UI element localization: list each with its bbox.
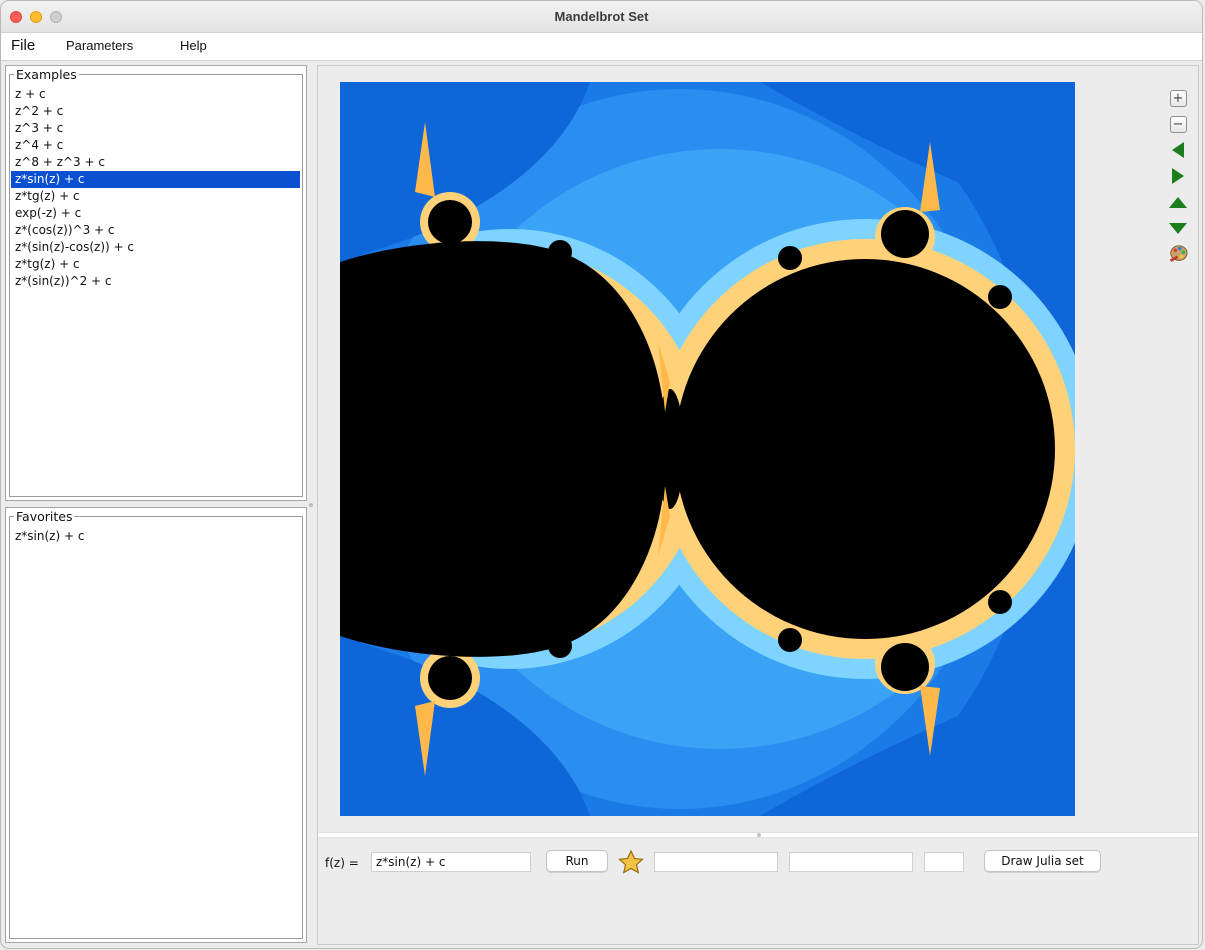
favorites-panel: Favorites z*sin(z) + c [5, 507, 307, 943]
examples-list: z + c z^2 + c z^3 + c z^4 + c z^8 + z^3 + cz… [11, 86, 300, 290]
right-panel: + − f(z) = z*sin(z) + c Run Draw Julia s… [317, 65, 1199, 945]
function-input[interactable]: z*sin(z) + c [371, 852, 531, 872]
example-item[interactable]: z^4 + c [11, 137, 300, 154]
fractal-image [340, 82, 1075, 816]
example-item[interactable]: z^8 + z^3 + c [11, 154, 300, 171]
app-window: Mandelbrot Set File Parameters Help Exam… [0, 0, 1203, 949]
horizontal-splitter-handle[interactable] [757, 833, 761, 837]
draw-julia-set-button[interactable]: Draw Julia set [984, 850, 1101, 872]
pan-up-icon [1169, 196, 1187, 208]
zoom-out-icon: − [1169, 115, 1187, 133]
examples-title: Examples [14, 67, 79, 82]
example-item[interactable]: z^2 + c [11, 103, 300, 120]
menu-file[interactable]: File [11, 37, 35, 54]
example-item[interactable]: z*(sin(z)-cos(z)) + c [11, 239, 300, 256]
example-item[interactable]: z*(cos(z))^3 + c [11, 222, 300, 239]
vertical-splitter-handle[interactable] [309, 503, 313, 507]
favorites-list: z*sin(z) + c [11, 528, 300, 545]
favorites-title: Favorites [14, 509, 75, 524]
pan-right-button[interactable] [1168, 166, 1188, 186]
left-panel: Examples z + c z^2 + c z^3 + c z^4 + c z^8 +… [5, 65, 309, 945]
example-item[interactable]: z*(sin(z))^2 + c [11, 273, 300, 290]
example-item[interactable]: z*sin(z) + c [11, 171, 300, 188]
example-item[interactable]: z*tg(z) + c [11, 256, 300, 273]
pan-right-icon [1172, 168, 1184, 184]
favorite-item[interactable]: z*sin(z) + c [11, 528, 300, 545]
example-item[interactable]: z^3 + c [11, 120, 300, 137]
add-favorite-star-icon[interactable] [618, 850, 644, 874]
parameter-field-2[interactable] [789, 852, 913, 872]
favorites-frame [9, 516, 303, 939]
fractal-canvas[interactable] [340, 82, 1075, 816]
pan-up-button[interactable] [1168, 192, 1188, 212]
example-item[interactable]: z*tg(z) + c [11, 188, 300, 205]
pan-down-icon [1169, 222, 1187, 234]
zoom-out-button[interactable]: − [1168, 114, 1188, 134]
pan-left-button[interactable] [1168, 140, 1188, 160]
title-bar: Mandelbrot Set [1, 1, 1202, 33]
pan-left-icon [1172, 142, 1184, 158]
run-button[interactable]: Run [546, 850, 608, 872]
window-title: Mandelbrot Set [554, 9, 649, 24]
examples-panel: Examples z + c z^2 + c z^3 + c z^4 + c z^8 +… [5, 65, 307, 501]
palette-icon [1169, 245, 1188, 262]
menu-parameters[interactable]: Parameters [66, 38, 133, 53]
function-controls: f(z) = z*sin(z) + c Run Draw Julia set [318, 850, 1198, 878]
example-item[interactable]: z + c [11, 86, 300, 103]
menu-help[interactable]: Help [180, 38, 207, 53]
palette-button[interactable] [1168, 244, 1188, 264]
parameter-field-1[interactable] [654, 852, 778, 872]
example-item[interactable]: exp(-z) + c [11, 205, 300, 222]
pan-down-button[interactable] [1168, 218, 1188, 238]
function-label: f(z) = [325, 856, 359, 870]
horizontal-splitter[interactable] [318, 832, 1198, 838]
menu-bar: File Parameters Help [1, 33, 1202, 61]
parameter-field-3[interactable] [924, 852, 964, 872]
zoom-in-button[interactable]: + [1168, 88, 1188, 108]
zoom-in-icon: + [1169, 89, 1187, 107]
